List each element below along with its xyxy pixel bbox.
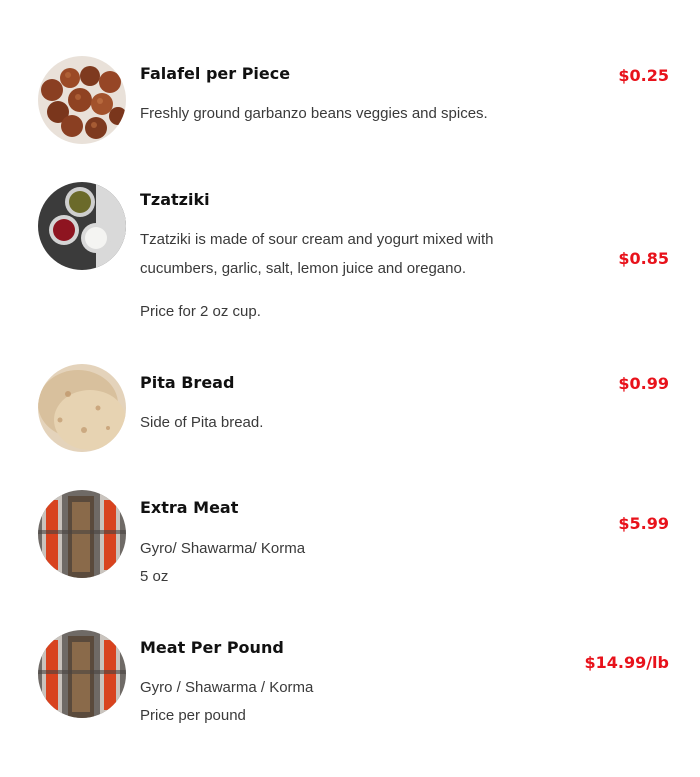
item-price: $0.85 [618,249,669,268]
item-description: Gyro/ Shawarma/ Korma [140,540,306,557]
item-name: Falafel per Piece [140,64,291,83]
item-description: 5 oz [140,568,169,585]
falafel-photo-icon[interactable] [38,56,126,144]
item-name: Tzatziki [140,190,210,209]
item-description: Freshly ground garbanzo beans veggies an… [140,105,488,122]
meat-spit-photo-icon[interactable] [38,490,126,578]
item-price: $14.99/lb [584,653,669,672]
item-price: $0.25 [618,66,669,85]
meat-spit-photo-icon[interactable] [38,630,126,718]
item-description: Side of Pita bread. [140,414,264,431]
item-description: Price per pound [140,707,246,724]
sauces-photo-icon[interactable] [38,182,126,270]
item-price: $0.99 [618,374,669,393]
item-name: Meat Per Pound [140,638,284,657]
menu-list: Falafel per Piece Freshly ground garbanz… [0,0,700,777]
item-description: Gyro / Shawarma / Korma [140,679,314,696]
item-name: Extra Meat [140,498,239,517]
item-name: Pita Bread [140,373,235,392]
item-description: cucumbers, garlic, salt, lemon juice and… [140,260,467,277]
item-description: Tzatziki is made of sour cream and yogur… [140,231,494,248]
item-price: $5.99 [618,514,669,533]
pita-bread-photo-icon[interactable] [38,364,126,452]
item-description: Price for 2 oz cup. [140,303,261,320]
